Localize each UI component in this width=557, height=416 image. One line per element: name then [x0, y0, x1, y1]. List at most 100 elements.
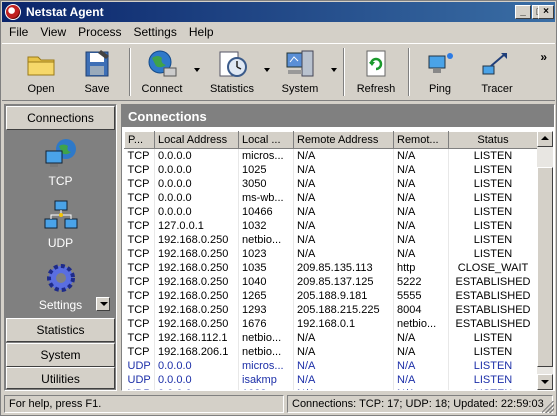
cell-remote-address: 205.188.215.225 [293, 303, 394, 317]
cell-remote-address: 209.85.135.113 [293, 261, 394, 275]
table-row[interactable]: TCP 192.168.0.250 1265 205.188.9.181 5555 EST… [124, 289, 537, 303]
category-connections[interactable]: Connections [6, 106, 115, 130]
toolbar-separator [408, 48, 410, 96]
cell-protocol: TCP [124, 219, 155, 233]
statistics-dropdown-arrow[interactable] [264, 68, 270, 72]
column-header-local-address[interactable]: Local Address [154, 131, 239, 149]
menu-view[interactable]: View [33, 23, 71, 39]
table-row[interactable]: TCP 127.0.0.1 1032 N/A N/A LISTEN [124, 219, 537, 233]
menu-help[interactable]: Help [182, 23, 219, 39]
cell-local-port: isakmp [238, 373, 294, 387]
cell-remote-port: 5555 [393, 289, 449, 303]
category-system[interactable]: System [6, 343, 115, 367]
table-row[interactable]: TCP 0.0.0.0 micros... N/A N/A LISTEN [124, 148, 537, 163]
cell-protocol: TCP [124, 148, 155, 163]
cell-remote-address: N/A [293, 191, 394, 205]
nav-item-udp[interactable]: UDP [5, 199, 116, 250]
table-header-row: P... Local Address Local ... Remote Addr… [124, 131, 537, 149]
table-row[interactable]: TCP 192.168.0.250 1293 205.188.215.225 8004 E… [124, 303, 537, 317]
cell-local-address: 192.168.0.250 [154, 275, 239, 289]
cell-protocol: TCP [124, 275, 155, 289]
table-row[interactable]: TCP 192.168.206.1 netbio... N/A N/A LISTEN [124, 345, 537, 359]
cell-protocol: TCP [124, 233, 155, 247]
scrollbar-thumb[interactable] [537, 167, 553, 367]
nav-scroll-down-button[interactable] [96, 297, 110, 311]
column-header-remote-port[interactable]: Remot... [393, 131, 449, 149]
cell-local-port: 1025 [238, 163, 294, 177]
system-button[interactable]: System [274, 46, 326, 98]
ping-button[interactable]: Ping [415, 46, 465, 98]
table-row[interactable]: TCP 0.0.0.0 1025 N/A N/A LISTEN [124, 163, 537, 177]
menu-file[interactable]: File [2, 23, 33, 39]
table-row[interactable]: TCP 0.0.0.0 3050 N/A N/A LISTEN [124, 177, 537, 191]
table-row[interactable]: TCP 192.168.112.1 netbio... N/A N/A LISTEN [124, 331, 537, 345]
table-row[interactable]: TCP 192.168.0.250 netbio... N/A N/A LISTEN [124, 233, 537, 247]
connect-dropdown-arrow[interactable] [194, 68, 200, 72]
cell-remote-port: N/A [393, 373, 449, 387]
minimize-button[interactable]: _ [515, 5, 531, 19]
connect-button[interactable]: Connect [136, 46, 188, 98]
column-header-local-port[interactable]: Local ... [238, 131, 294, 149]
scroll-down-button[interactable] [537, 374, 553, 390]
cell-remote-address: 192.168.0.1 [293, 317, 394, 331]
tracer-button[interactable]: Tracer [471, 46, 523, 98]
menu-settings[interactable]: Settings [127, 23, 182, 39]
cell-local-address: 192.168.0.250 [154, 233, 239, 247]
cell-local-address: 0.0.0.0 [154, 177, 239, 191]
cell-local-address: 0.0.0.0 [154, 205, 239, 219]
cell-remote-port: N/A [393, 205, 449, 219]
table-row[interactable]: TCP 192.168.0.250 1676 192.168.0.1 netbio...… [124, 317, 537, 331]
title-bar[interactable]: Netstat Agent _ □ [2, 2, 555, 22]
cell-remote-port: N/A [393, 359, 449, 373]
cell-status: LISTEN [448, 163, 537, 177]
table-row[interactable]: TCP 192.168.0.250 1035 209.85.135.113 http CL… [124, 261, 537, 275]
cell-status: ESTABLISHED [448, 275, 537, 289]
status-help-text: For help, press F1. [4, 395, 284, 413]
cell-local-port: micros... [238, 359, 294, 373]
scroll-up-button[interactable] [537, 131, 553, 147]
cell-remote-address: N/A [293, 373, 394, 387]
disk-save-icon [81, 48, 113, 80]
open-button[interactable]: Open [16, 46, 66, 98]
system-dropdown-arrow[interactable] [331, 68, 337, 72]
save-button[interactable]: Save [72, 46, 122, 98]
table-row[interactable]: TCP 192.168.0.250 1023 N/A N/A LISTEN [124, 247, 537, 261]
nav-item-tcp[interactable]: TCP [5, 137, 116, 188]
cell-remote-address: N/A [293, 163, 394, 177]
panel-title: Connections [122, 105, 554, 127]
cell-remote-port: N/A [393, 247, 449, 261]
table-row[interactable]: TCP 0.0.0.0 ms-wb... N/A N/A LISTEN [124, 191, 537, 205]
nav-label-tcp: TCP [48, 174, 73, 188]
cell-remote-address: N/A [293, 177, 394, 191]
cell-local-address: 0.0.0.0 [154, 373, 239, 387]
toolbar-overflow-chevron[interactable]: » [540, 50, 547, 64]
table-row[interactable]: UDP0.0.0.01023N/AN/ALISTEN [124, 387, 537, 390]
cell-remote-address: N/A [293, 148, 394, 163]
cell-protocol: UDP [124, 359, 155, 373]
save-label: Save [84, 83, 110, 95]
category-utilities[interactable]: Utilities [6, 367, 115, 389]
cell-local-port: 1293 [238, 303, 294, 317]
category-statistics[interactable]: Statistics [6, 318, 115, 342]
cell-remote-port: N/A [393, 331, 449, 345]
table-row[interactable]: TCP 192.168.0.250 1040 209.85.137.125 5222 ES… [124, 275, 537, 289]
cell-status: CLOSE_WAIT [448, 261, 537, 275]
statistics-button[interactable]: Statistics [204, 46, 260, 98]
cell-local-address: 0.0.0.0 [154, 148, 239, 163]
vertical-scrollbar[interactable] [537, 131, 553, 390]
cell-status: LISTEN [448, 177, 537, 191]
column-header-protocol[interactable]: P... [124, 131, 155, 149]
column-header-remote-address[interactable]: Remote Address [293, 131, 394, 149]
refresh-button[interactable]: Refresh [350, 46, 402, 98]
cell-remote-port: 8004 [393, 303, 449, 317]
computer-system-icon [284, 48, 316, 80]
table-row[interactable]: UDP 0.0.0.0 micros... N/A N/A LISTEN [124, 359, 537, 373]
cell-protocol: TCP [124, 289, 155, 303]
netstat-app-icon[interactable] [5, 4, 21, 20]
menu-process[interactable]: Process [71, 23, 126, 39]
resize-grip[interactable] [542, 401, 554, 413]
column-header-status[interactable]: Status [448, 131, 537, 149]
table-row[interactable]: TCP 0.0.0.0 10466 N/A N/A LISTEN [124, 205, 537, 219]
close-button[interactable]: × [538, 5, 554, 19]
table-row[interactable]: UDP 0.0.0.0 isakmp N/A N/A LISTEN [124, 373, 537, 387]
